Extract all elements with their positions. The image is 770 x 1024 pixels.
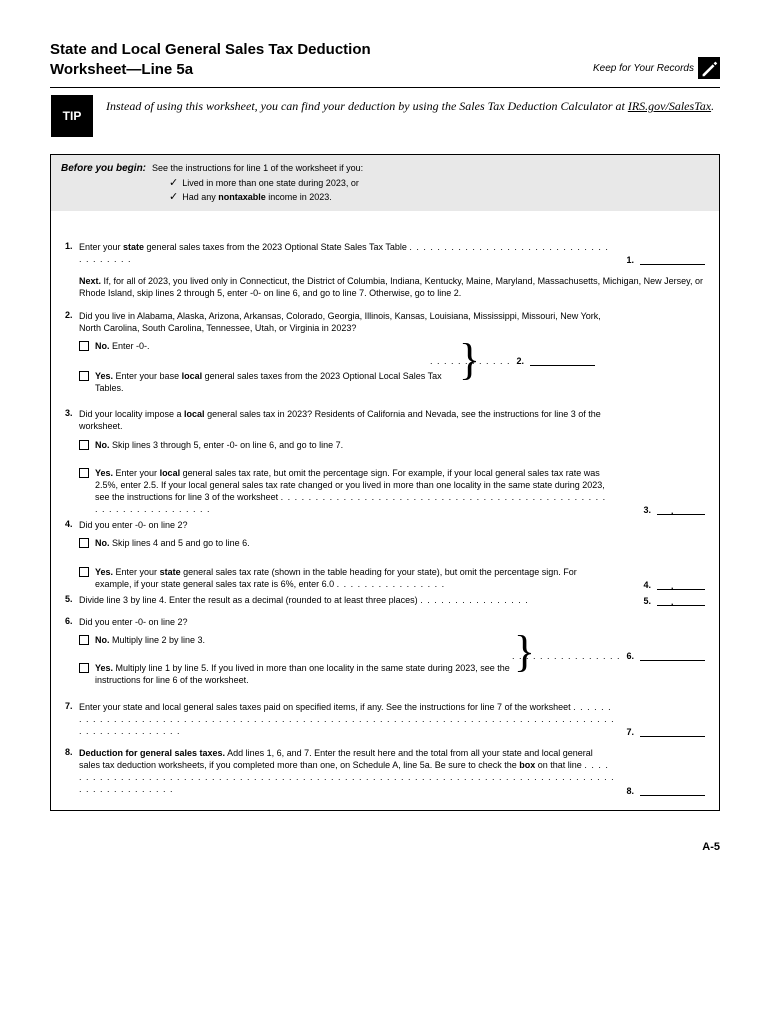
- page-title-line1: State and Local General Sales Tax Deduct…: [50, 40, 371, 60]
- blank-2[interactable]: [530, 355, 595, 366]
- line-2: 2. Did you live in Alabama, Alaska, Ariz…: [65, 310, 705, 395]
- answer-num-8: 8.: [626, 786, 634, 796]
- before-you-begin: Before you begin: See the instructions f…: [51, 155, 719, 211]
- header: State and Local General Sales Tax Deduct…: [50, 40, 720, 79]
- blank-8[interactable]: [640, 785, 705, 796]
- checkbox-6-yes[interactable]: [79, 663, 89, 673]
- tip-text: Instead of using this worksheet, you can…: [106, 98, 714, 115]
- answer-num-6: 6.: [626, 651, 634, 661]
- tip-icon: TIP: [54, 98, 90, 134]
- checkbox-2-yes[interactable]: [79, 371, 89, 381]
- checkbox-6-no[interactable]: [79, 635, 89, 645]
- line-8: 8. Deduction for general sales taxes. Ad…: [65, 747, 705, 796]
- tip-link[interactable]: IRS.gov/SalesTax: [628, 99, 711, 113]
- line-5: 5. Divide line 3 by line 4. Enter the re…: [65, 594, 705, 606]
- answer-num-5: 5.: [643, 596, 651, 606]
- check-item-1: ✓ Lived in more than one state during 20…: [169, 176, 709, 189]
- checkbox-2-no[interactable]: [79, 341, 89, 351]
- blank-5[interactable]: [657, 595, 705, 606]
- pencil-icon: [698, 57, 720, 79]
- answer-num-3: 3.: [643, 505, 651, 515]
- checkbox-3-yes[interactable]: [79, 468, 89, 478]
- blank-1[interactable]: [640, 254, 705, 265]
- tip-section: TIP Instead of using this worksheet, you…: [50, 98, 720, 134]
- answer-num-1: 1.: [626, 255, 634, 265]
- line-1: 1. Enter your state general sales taxes …: [65, 241, 705, 265]
- line-3: 3. Did your locality impose a local gene…: [65, 408, 705, 515]
- answer-num-4: 4.: [643, 580, 651, 590]
- before-intro: See the instructions for line 1 of the w…: [152, 163, 363, 173]
- keep-for-records: Keep for Your Records: [593, 57, 720, 79]
- header-divider: [50, 87, 720, 88]
- blank-6[interactable]: [640, 650, 705, 661]
- blank-4[interactable]: [657, 579, 705, 590]
- line-4: 4. Did you enter -0- on line 2? No. Skip…: [65, 519, 705, 590]
- check-item-2: ✓ Had any nontaxable income in 2023.: [169, 190, 709, 203]
- page-footer: A-5: [50, 841, 720, 853]
- checkbox-4-yes[interactable]: [79, 567, 89, 577]
- answer-num-7: 7.: [626, 727, 634, 737]
- checkmark-icon: ✓: [169, 176, 178, 189]
- checkbox-4-no[interactable]: [79, 538, 89, 548]
- blank-7[interactable]: [640, 726, 705, 737]
- page-title-line2: Worksheet—Line 5a: [50, 60, 193, 80]
- line-6: 6. Did you enter -0- on line 2? No. Mult…: [65, 616, 705, 687]
- before-label: Before you begin:: [61, 163, 146, 174]
- blank-3[interactable]: [657, 504, 705, 515]
- checkbox-3-no[interactable]: [79, 440, 89, 450]
- answer-num-2: 2.: [516, 356, 524, 366]
- worksheet-box: Before you begin: See the instructions f…: [50, 154, 720, 811]
- next-note: Next. If, for all of 2023, you lived onl…: [79, 275, 705, 299]
- line-7: 7. Enter your state and local general sa…: [65, 701, 705, 737]
- checkmark-icon: ✓: [169, 190, 178, 203]
